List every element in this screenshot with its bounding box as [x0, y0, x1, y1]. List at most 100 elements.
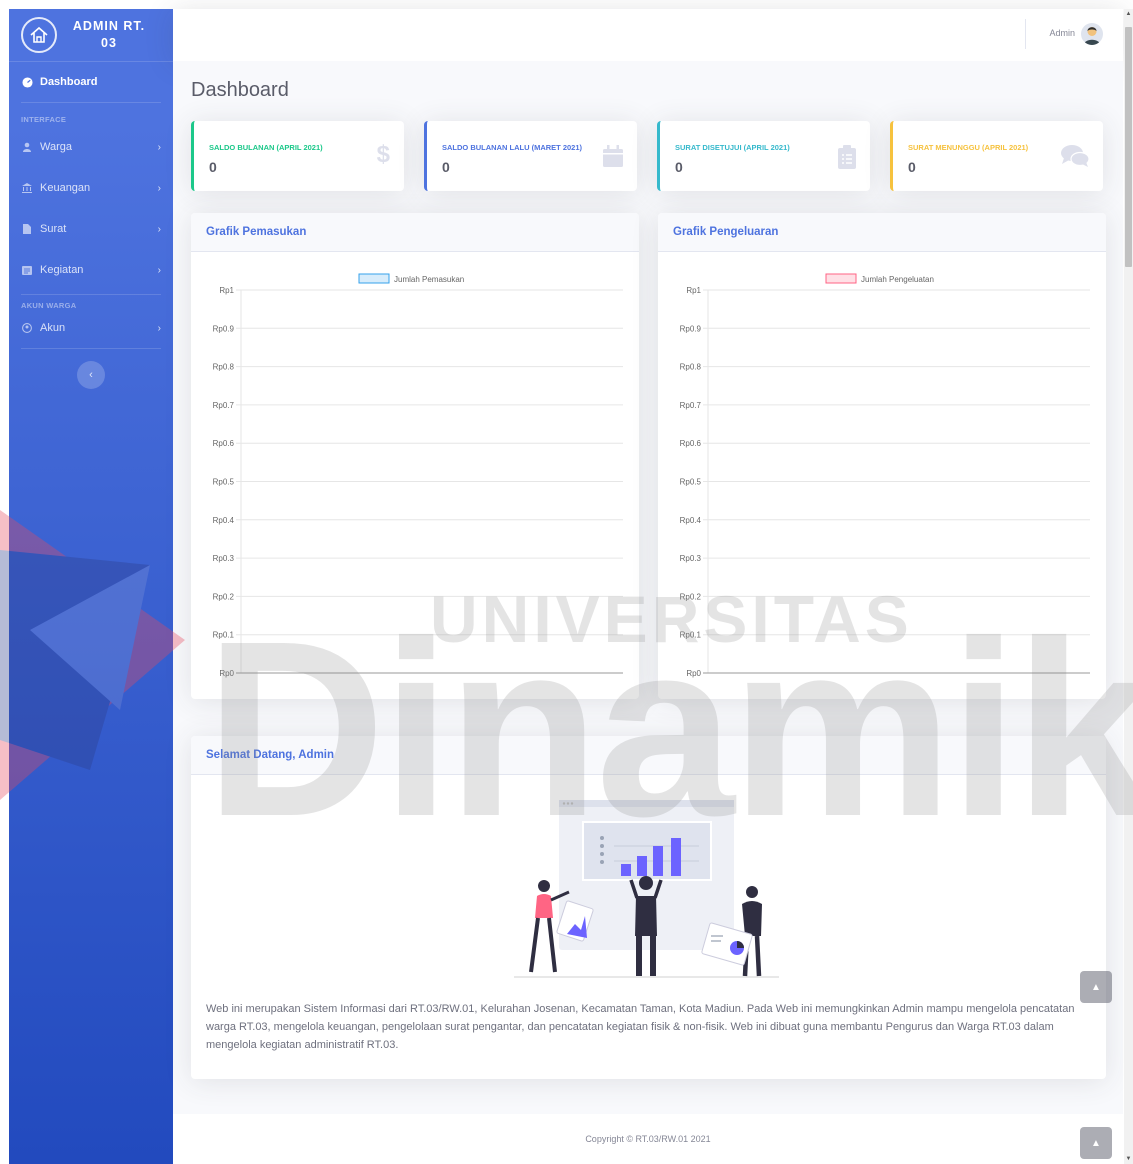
y-tick-label: Rp1: [686, 286, 701, 295]
stat-label: SALDO BULANAN LALU (MARET 2021): [442, 143, 583, 152]
legend-swatch[interactable]: [358, 273, 390, 284]
stat-card-surat-disetujui: SURAT DISETUJUI (APRIL 2021) 0: [657, 121, 870, 191]
house-logo-icon: [21, 17, 57, 53]
sidebar-toggle-button[interactable]: ‹: [77, 361, 105, 389]
stat-card-saldo-bulanan: SALDO BULANAN (APRIL 2021) 0 $: [191, 121, 404, 191]
sidebar-item-akun[interactable]: Akun ›: [9, 316, 173, 340]
chevron-up-icon: ▲: [1091, 981, 1101, 993]
list-alt-icon: [21, 265, 33, 275]
y-tick-label: Rp0: [686, 669, 701, 678]
stat-value: 0: [209, 159, 217, 175]
stat-value: 0: [675, 159, 683, 175]
legend-swatch[interactable]: [825, 273, 857, 284]
sidebar-item-surat[interactable]: Surat ›: [9, 212, 173, 246]
income-chart-card: Grafik Pemasukan Jumlah Pemasukan Rp1 Rp0.…: [191, 213, 639, 699]
topbar: Admin: [173, 9, 1123, 61]
university-icon: [21, 183, 33, 193]
chevron-right-icon: ›: [157, 182, 161, 194]
stat-value: 0: [442, 159, 450, 175]
scroll-to-top-button-bottom[interactable]: ▲: [1080, 1127, 1112, 1159]
sidebar-item-label: Keuangan: [40, 182, 91, 194]
sidebar-brand[interactable]: ADMIN RT. 03: [9, 9, 173, 62]
legend-label[interactable]: Jumlah Pengeluatan: [861, 275, 934, 284]
welcome-illustration: [514, 800, 779, 978]
y-tick-label: Rp0.2: [680, 592, 702, 601]
chevron-right-icon: ›: [157, 264, 161, 276]
y-tick-label: Rp0.9: [680, 324, 702, 333]
sidebar-item-label: Surat: [40, 223, 67, 235]
stat-label: SURAT MENUNGGU (APRIL 2021): [908, 143, 1029, 152]
y-tick-label: Rp0.3: [213, 554, 235, 563]
y-tick-label: Rp0.8: [680, 363, 702, 372]
avatar[interactable]: [1081, 23, 1103, 45]
y-tick-label: Rp0.3: [680, 554, 702, 563]
topbar-divider: [1025, 19, 1026, 49]
y-tick-label: Rp0.5: [680, 478, 702, 487]
sidebar: ADMIN RT. 03 Dashboard INTERFACE Warga ›…: [9, 9, 173, 1164]
footer: Copyright © RT.03/RW.01 2021: [173, 1114, 1123, 1164]
y-tick-label: Rp0.2: [213, 592, 235, 601]
welcome-card: Selamat Datang, Admin Web ini merupakan …: [191, 736, 1106, 1079]
chevron-left-icon: ‹: [89, 369, 93, 381]
dollar-icon: $: [376, 141, 390, 168]
y-tick-label: Rp0.1: [213, 631, 235, 640]
stat-card-surat-menunggu: SURAT MENUNGGU (APRIL 2021) 0: [890, 121, 1103, 191]
stat-value: 0: [908, 159, 916, 175]
sidebar-item-label: Kegiatan: [40, 264, 84, 276]
y-tick-label: Rp0.9: [213, 324, 235, 333]
expense-chart-card: Grafik Pengeluaran Jumlah Pengeluatan Rp1…: [658, 213, 1106, 699]
sidebar-item-label: Dashboard: [40, 76, 98, 88]
chevron-right-icon: ›: [157, 141, 161, 153]
card-title: Grafik Pemasukan: [191, 213, 639, 252]
file-icon: [21, 224, 33, 234]
scrollbar-thumb[interactable]: [1125, 27, 1132, 267]
main-content: Dashboard SALDO BULANAN (APRIL 2021) 0 $…: [173, 61, 1123, 1164]
page-scrollbar[interactable]: ▲ ▼: [1124, 9, 1133, 1164]
y-tick-label: Rp0.6: [213, 439, 235, 448]
y-tick-label: Rp0.8: [213, 363, 235, 372]
scroll-down-arrow-icon[interactable]: ▼: [1124, 1156, 1133, 1162]
page-title: Dashboard: [191, 79, 289, 101]
y-tick-label: Rp1: [219, 286, 234, 295]
sidebar-item-dashboard[interactable]: Dashboard: [9, 62, 173, 102]
calendar-icon: [603, 145, 623, 172]
income-chart: Jumlah Pemasukan Rp1 Rp0.9 Rp0.8 Rp0.7 Rp0.6 R…: [213, 273, 623, 678]
y-tick-label: Rp0.4: [680, 516, 702, 525]
expense-chart: Jumlah Pengeluatan Rp1 Rp0.9 Rp0.8 Rp0.7 Rp0.…: [680, 273, 1090, 678]
legend-label[interactable]: Jumlah Pemasukan: [394, 275, 464, 284]
welcome-description: Web ini merupakan Sistem Informasi dari …: [206, 1003, 1075, 1051]
chevron-right-icon: ›: [157, 322, 161, 334]
user-name[interactable]: Admin: [1049, 28, 1075, 38]
sidebar-heading-akun: AKUN WARGA: [21, 301, 77, 310]
y-tick-label: Rp0.1: [680, 631, 702, 640]
y-tick-label: Rp0.7: [680, 401, 702, 410]
tachometer-icon: [21, 76, 33, 88]
y-tick-label: Rp0.4: [213, 516, 235, 525]
y-tick-label: Rp0.6: [680, 439, 702, 448]
sidebar-heading-interface: INTERFACE: [21, 115, 67, 124]
stat-label: SURAT DISETUJUI (APRIL 2021): [675, 143, 790, 152]
y-tick-label: Rp0: [219, 669, 234, 678]
y-tick-label: Rp0.5: [213, 478, 235, 487]
y-tick-label: Rp0.7: [213, 401, 235, 410]
sidebar-divider: [21, 348, 161, 349]
scroll-to-top-button[interactable]: ▲: [1080, 971, 1112, 1003]
brand-title: ADMIN RT. 03: [72, 19, 146, 50]
user-circle-icon: [21, 323, 33, 333]
sidebar-item-kegiatan[interactable]: Kegiatan ›: [9, 246, 173, 294]
clipboard-icon: [838, 145, 856, 174]
chevron-right-icon: ›: [157, 223, 161, 235]
card-title: Grafik Pengeluaran: [658, 213, 1106, 252]
comments-icon: [1061, 145, 1090, 172]
stat-label: SALDO BULANAN (APRIL 2021): [209, 143, 323, 152]
stat-card-saldo-bulanan-lalu: SALDO BULANAN LALU (MARET 2021) 0: [424, 121, 637, 191]
user-icon: [21, 142, 33, 152]
sidebar-item-keuangan[interactable]: Keuangan ›: [9, 164, 173, 212]
sidebar-item-label: Akun: [40, 322, 66, 334]
sidebar-item-warga[interactable]: Warga ›: [9, 130, 173, 164]
sidebar-item-label: Warga: [40, 141, 72, 153]
chevron-up-icon: ▲: [1091, 1137, 1101, 1149]
copyright-text: Copyright © RT.03/RW.01 2021: [585, 1134, 711, 1144]
scroll-up-arrow-icon[interactable]: ▲: [1124, 11, 1133, 17]
card-title: Selamat Datang, Admin: [191, 736, 1106, 775]
